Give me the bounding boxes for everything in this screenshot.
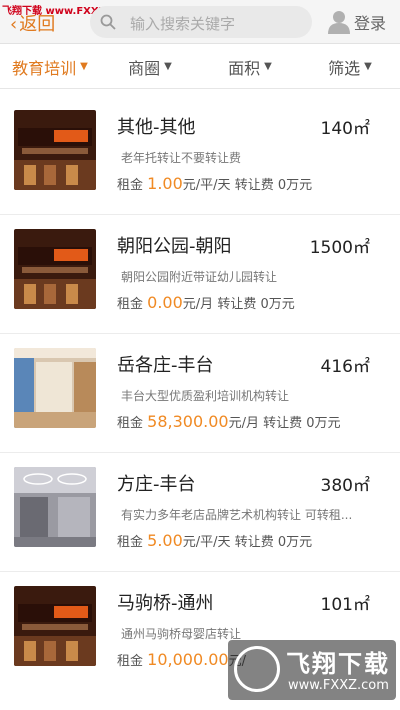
rent-value: 5.00 <box>147 531 183 550</box>
filter-label: 教育培训 <box>12 58 77 78</box>
listing-price: 租金 5.00元/平/天 转让费 0万元 <box>117 531 312 550</box>
top-bar: 飞翔下载 www.FXXZ.com ‹ 返回 输入搜索关键字 登录 <box>0 0 400 44</box>
filter-label: 商圈 <box>128 58 161 78</box>
caret-down-icon: ▼ <box>164 61 172 72</box>
listing-title: 岳各庄-丰台 <box>117 355 214 376</box>
listing-description: 通州马驹桥母婴店转让 <box>121 627 242 641</box>
rent-label: 租金 <box>117 654 144 669</box>
rent-label: 租金 <box>117 178 144 193</box>
back-label: 返回 <box>19 14 56 35</box>
listing-title: 朝阳公园-朝阳 <box>117 236 232 257</box>
listing-title: 其他-其他 <box>117 117 196 138</box>
listing-price: 租金 58,300.00元/月 转让费 0万元 <box>117 412 341 431</box>
listing-price: 租金 1.00元/平/天 转让费 0万元 <box>117 174 312 193</box>
login-button[interactable]: 登录 <box>328 8 386 36</box>
user-icon <box>328 11 350 34</box>
rent-label: 租金 <box>117 416 144 431</box>
rent-unit: 元/平/天 <box>182 178 231 193</box>
watermark-brand: 飞翔下载 <box>286 650 390 678</box>
transfer-fee: 转让费 0万元 <box>217 297 295 312</box>
rent-unit: 元/月 <box>228 416 259 431</box>
listing-title: 马驹桥-通州 <box>117 593 214 614</box>
filter-category[interactable]: 教育培训 ▼ <box>0 45 100 88</box>
search-icon <box>100 14 116 30</box>
rent-value: 10,000.00 <box>147 650 229 669</box>
watermark-url: www.FXXZ.com <box>288 678 389 693</box>
rent-label: 租金 <box>117 297 144 312</box>
listing-price: 租金 0.00元/月 转让费 0万元 <box>117 293 295 312</box>
rent-unit: 元/月 <box>182 297 214 312</box>
listing-title: 方庄-丰台 <box>117 474 196 495</box>
filter-area[interactable]: 面积 ▼ <box>200 45 300 88</box>
transfer-fee: 转让费 0万元 <box>263 416 341 431</box>
listing-description: 丰台大型优质盈利培训机构转让 <box>121 389 290 403</box>
rent-label: 租金 <box>117 535 144 550</box>
filter-bar: 教育培训 ▼ 商圈 ▼ 面积 ▼ 筛选 ▼ <box>0 45 400 89</box>
rent-unit: 元/平/天 <box>182 535 231 550</box>
logo-icon <box>234 646 280 692</box>
listing-thumbnail <box>14 586 96 666</box>
listing-description: 有实力多年老店品牌艺术机构转让 可转租... <box>121 508 353 522</box>
filter-more[interactable]: 筛选 ▼ <box>300 45 400 88</box>
transfer-fee: 转让费 0万元 <box>234 535 313 550</box>
listing-item[interactable]: 朝阳公园-朝阳 1500㎡ 朝阳公园附近带证幼儿园转让 租金 0.00元/月 转… <box>0 215 400 334</box>
listing-thumbnail <box>14 229 96 309</box>
listing-area: 416㎡ <box>320 357 370 377</box>
listing-thumbnail <box>14 467 96 547</box>
rent-value: 1.00 <box>147 174 183 193</box>
rent-value: 0.00 <box>147 293 183 312</box>
listing-thumbnail <box>14 110 96 190</box>
filter-district[interactable]: 商圈 ▼ <box>100 45 200 88</box>
listing-list: 其他-其他 140㎡ 老年托转让不要转让费 租金 1.00元/平/天 转让费 0… <box>0 96 400 691</box>
listing-item[interactable]: 岳各庄-丰台 416㎡ 丰台大型优质盈利培训机构转让 租金 58,300.00元… <box>0 334 400 453</box>
login-label: 登录 <box>354 14 387 33</box>
watermark-logo: 飞翔下载 www.FXXZ.com <box>228 640 396 700</box>
back-button[interactable]: ‹ 返回 <box>10 10 55 36</box>
listing-area: 380㎡ <box>320 476 370 496</box>
listing-item[interactable]: 其他-其他 140㎡ 老年托转让不要转让费 租金 1.00元/平/天 转让费 0… <box>0 96 400 215</box>
rent-value: 58,300.00 <box>147 412 229 431</box>
transfer-fee: 转让费 0万元 <box>234 178 313 193</box>
search-input[interactable]: 输入搜索关键字 <box>90 6 312 38</box>
listing-description: 朝阳公园附近带证幼儿园转让 <box>121 270 278 284</box>
filter-label: 面积 <box>228 58 261 78</box>
listing-item[interactable]: 方庄-丰台 380㎡ 有实力多年老店品牌艺术机构转让 可转租... 租金 5.0… <box>0 453 400 572</box>
listing-area: 1500㎡ <box>309 238 370 258</box>
filter-label: 筛选 <box>328 58 361 78</box>
listing-area: 140㎡ <box>320 119 370 139</box>
caret-down-icon: ▼ <box>80 61 88 72</box>
listing-description: 老年托转让不要转让费 <box>121 151 242 165</box>
caret-down-icon: ▼ <box>364 61 372 72</box>
listing-thumbnail <box>14 348 96 428</box>
chevron-left-icon: ‹ <box>10 14 18 35</box>
caret-down-icon: ▼ <box>264 61 272 72</box>
listing-price: 租金 10,000.00元/ <box>117 650 246 669</box>
listing-area: 101㎡ <box>320 595 370 615</box>
search-placeholder: 输入搜索关键字 <box>130 15 236 33</box>
